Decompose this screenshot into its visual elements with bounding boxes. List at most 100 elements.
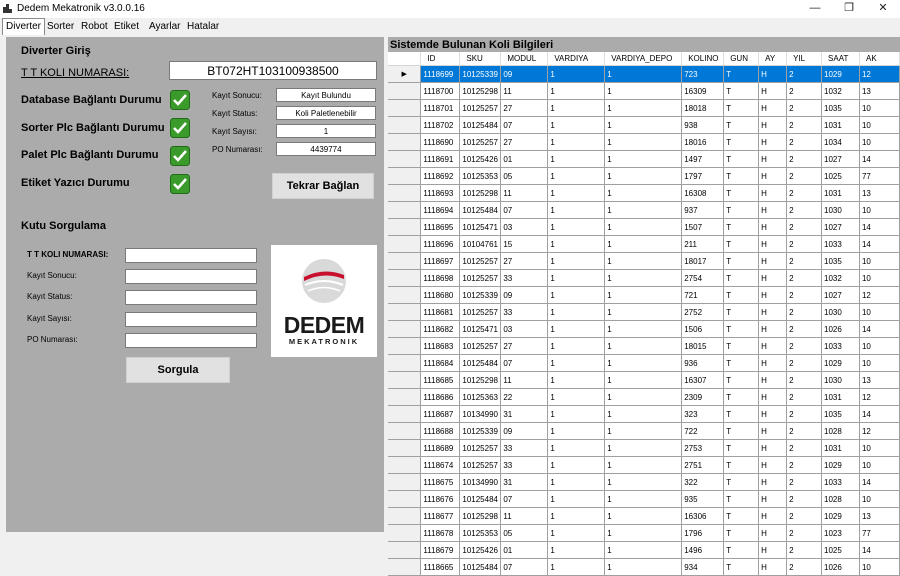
table-cell[interactable]: 07 — [500, 490, 549, 508]
column-header[interactable]: GUN — [723, 52, 760, 66]
table-cell[interactable]: 18018 — [681, 99, 725, 117]
table-cell[interactable]: 12 — [859, 422, 900, 440]
table-cell[interactable]: 1118693 — [420, 184, 461, 202]
table-cell[interactable]: 10 — [859, 252, 900, 270]
table-cell[interactable]: 10104761 — [459, 235, 502, 253]
table-cell[interactable]: 10125484 — [459, 558, 502, 576]
table-cell[interactable]: 1029 — [821, 354, 860, 372]
table-cell[interactable]: 1 — [547, 422, 606, 440]
table-cell[interactable]: H — [758, 235, 788, 253]
table-cell[interactable]: 2 — [786, 167, 823, 185]
table-cell[interactable]: 1118686 — [420, 388, 461, 406]
row-header[interactable] — [388, 473, 422, 491]
table-cell[interactable]: H — [758, 371, 788, 389]
table-cell[interactable]: T — [723, 354, 760, 372]
table-cell[interactable]: 1118683 — [420, 337, 461, 355]
table-cell[interactable]: 1118694 — [420, 201, 461, 219]
tab-robot[interactable]: Robot — [78, 19, 111, 34]
table-cell[interactable]: 1118701 — [420, 99, 461, 117]
table-row[interactable]: 1118692 10125353 05 1 1 1797 T H 2 1025 77 — [388, 167, 900, 185]
table-row[interactable]: 1118695 10125471 03 1 1 1507 T H 2 1027 14 — [388, 218, 900, 236]
table-cell[interactable]: 16309 — [681, 82, 725, 100]
table-cell[interactable]: 1118700 — [420, 82, 461, 100]
table-cell[interactable]: 1797 — [681, 167, 725, 185]
table-cell[interactable]: 1030 — [821, 303, 860, 321]
table-cell[interactable]: 07 — [500, 558, 549, 576]
table-cell[interactable]: 1 — [547, 286, 606, 304]
table-cell[interactable]: 14 — [859, 473, 900, 491]
table-cell[interactable]: 13 — [859, 371, 900, 389]
column-header[interactable]: KOLINO — [681, 52, 725, 66]
table-cell[interactable]: 2 — [786, 201, 823, 219]
table-cell[interactable]: 1118687 — [420, 405, 461, 423]
row-header[interactable] — [388, 82, 422, 100]
table-cell[interactable]: 10125484 — [459, 116, 502, 134]
table-cell[interactable]: 1 — [547, 337, 606, 355]
table-cell[interactable]: 10125339 — [459, 422, 502, 440]
row-header[interactable] — [388, 456, 422, 474]
table-cell[interactable]: 14 — [859, 150, 900, 168]
table-cell[interactable]: 10125484 — [459, 354, 502, 372]
table-cell[interactable]: 1030 — [821, 201, 860, 219]
column-header[interactable]: MODUL — [500, 52, 549, 66]
table-cell[interactable]: 1031 — [821, 439, 860, 457]
table-cell[interactable]: 18016 — [681, 133, 725, 151]
table-cell[interactable]: 03 — [500, 218, 549, 236]
table-cell[interactable]: H — [758, 252, 788, 270]
table-cell[interactable]: 2 — [786, 473, 823, 491]
table-cell[interactable]: H — [758, 405, 788, 423]
table-row[interactable]: 1118682 10125471 03 1 1 1506 T H 2 1026 14 — [388, 320, 900, 338]
table-cell[interactable]: 2 — [786, 150, 823, 168]
table-cell[interactable]: 1118675 — [420, 473, 461, 491]
table-cell[interactable]: 1 — [604, 252, 683, 270]
table-row[interactable]: 1118687 10134990 31 1 1 323 T H 2 1035 14 — [388, 405, 900, 423]
table-cell[interactable]: 07 — [500, 201, 549, 219]
query-kayit-sayisi-field[interactable] — [125, 312, 257, 327]
table-cell[interactable]: 1 — [604, 303, 683, 321]
table-cell[interactable]: T — [723, 99, 760, 117]
table-cell[interactable]: 10 — [859, 558, 900, 576]
row-header[interactable] — [388, 150, 422, 168]
row-header[interactable] — [388, 99, 422, 117]
table-cell[interactable]: 1 — [604, 269, 683, 287]
table-cell[interactable]: 10125257 — [459, 303, 502, 321]
table-cell[interactable]: 1 — [604, 320, 683, 338]
row-header[interactable] — [388, 286, 422, 304]
table-cell[interactable]: 27 — [500, 337, 549, 355]
table-cell[interactable]: 77 — [859, 524, 900, 542]
table-cell[interactable]: H — [758, 439, 788, 457]
column-header[interactable]: YIL — [786, 52, 823, 66]
table-cell[interactable]: 31 — [500, 473, 549, 491]
row-header[interactable] — [388, 116, 422, 134]
table-cell[interactable]: 2 — [786, 133, 823, 151]
table-cell[interactable]: T — [723, 269, 760, 287]
table-cell[interactable]: 2 — [786, 184, 823, 202]
table-cell[interactable]: 10125353 — [459, 167, 502, 185]
table-row[interactable]: 1118698 10125257 33 1 1 2754 T H 2 1032 10 — [388, 269, 900, 287]
table-cell[interactable]: 1 — [547, 184, 606, 202]
column-header[interactable]: VARDIYA_DEPO — [604, 52, 683, 66]
table-cell[interactable]: 01 — [500, 541, 549, 559]
row-header[interactable]: ▶ — [388, 65, 422, 83]
table-cell[interactable]: 1118674 — [420, 456, 461, 474]
table-cell[interactable]: 1035 — [821, 252, 860, 270]
table-cell[interactable]: T — [723, 524, 760, 542]
table-row[interactable]: 1118700 10125298 11 1 1 16309 T H 2 1032 13 — [388, 82, 900, 100]
table-cell[interactable]: T — [723, 541, 760, 559]
table-cell[interactable]: 10125257 — [459, 439, 502, 457]
table-cell[interactable]: 1118679 — [420, 541, 461, 559]
table-cell[interactable]: 2 — [786, 65, 823, 83]
table-cell[interactable]: 14 — [859, 405, 900, 423]
table-cell[interactable]: H — [758, 116, 788, 134]
table-cell[interactable]: 1 — [547, 320, 606, 338]
table-cell[interactable]: H — [758, 490, 788, 508]
table-cell[interactable]: 10125298 — [459, 82, 502, 100]
table-cell[interactable]: 10125257 — [459, 337, 502, 355]
table-cell[interactable]: 33 — [500, 439, 549, 457]
table-cell[interactable]: 2 — [786, 269, 823, 287]
table-cell[interactable]: H — [758, 184, 788, 202]
row-header[interactable] — [388, 184, 422, 202]
table-cell[interactable]: 09 — [500, 286, 549, 304]
table-row[interactable]: 1118689 10125257 33 1 1 2753 T H 2 1031 10 — [388, 439, 900, 457]
table-cell[interactable]: 1 — [547, 303, 606, 321]
